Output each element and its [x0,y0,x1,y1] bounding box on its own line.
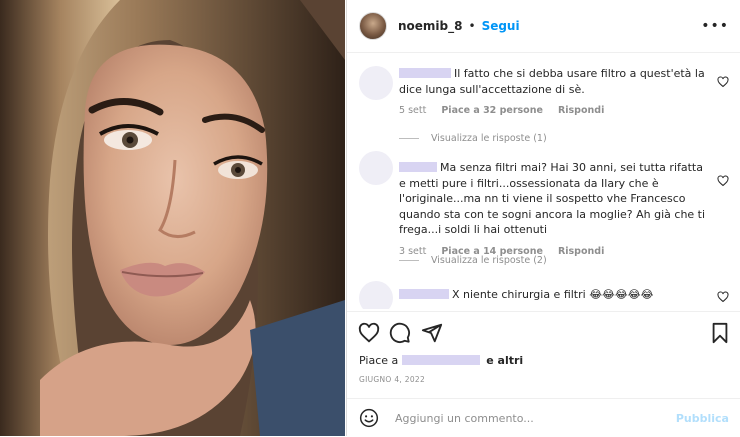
post-actions-bar [347,311,740,352]
view-replies-link[interactable]: Visualizza le risposte (1) [399,133,547,144]
view-replies-label[interactable]: Visualizza le risposte (2) [431,255,547,266]
post-date[interactable]: GIUGNO 4, 2022 [359,375,425,384]
comment-text: Ma senza filtri mai? Hai 30 anni, sei tu… [399,161,706,236]
bookmark-icon[interactable] [709,322,731,344]
share-icon[interactable] [421,322,443,344]
comment-body: Il fatto che si debba usare filtro a que… [399,66,709,119]
comment-text: X niente chirurgia e filtri 😂😂😂😂😂 [452,288,654,301]
comment-body: Ma senza filtri mai? Hai 30 anni, sei tu… [399,160,709,259]
likes-prefix: Piace a [359,354,399,367]
comment-icon[interactable] [389,322,411,344]
add-comment-bar: Pubblica [347,398,740,437]
comment-heart-icon[interactable] [717,76,729,88]
likes-suffix[interactable]: e altri [486,354,523,367]
comment-meta: 5 sett Piace a 32 persone Rispondi [399,103,709,119]
comment-heart-icon[interactable] [717,175,729,187]
post-photo [0,0,345,436]
publish-button[interactable]: Pubblica [676,412,729,425]
follow-button[interactable]: Segui [482,19,520,33]
comment-time[interactable]: 5 sett [399,105,426,116]
reply-button[interactable]: Rispondi [558,246,604,257]
separator: • [468,19,476,33]
avatar[interactable] [359,12,387,40]
redacted-username [399,289,449,299]
view-replies-link[interactable]: Visualizza le risposte (2) [399,255,547,266]
comment-avatar[interactable] [359,281,393,309]
heart-icon[interactable] [358,322,380,344]
comment-avatar[interactable] [359,66,393,100]
post-header: noemib_8 • Segui ••• [347,0,740,53]
redacted-username [401,355,480,365]
username[interactable]: noemib_8 [398,19,462,33]
comment-body: X niente chirurgia e filtri 😂😂😂😂😂 [399,287,709,303]
likes-summary: Piace a e altri [359,354,523,367]
replies-line [399,260,419,261]
redacted-username [399,162,437,172]
post-side-panel: noemib_8 • Segui ••• Il fatto che si deb… [346,0,740,436]
redacted-username [399,68,451,78]
emoji-icon[interactable] [359,408,379,428]
comments-list[interactable]: Il fatto che si debba usare filtro a que… [347,53,740,309]
comment-heart-icon[interactable] [717,291,729,303]
view-replies-label[interactable]: Visualizza le risposte (1) [431,133,547,144]
more-options-icon[interactable]: ••• [701,18,729,34]
comment-input[interactable] [393,410,667,426]
portrait-image [0,0,345,436]
comment-likes[interactable]: Piace a 32 persone [441,105,543,116]
replies-line [399,138,419,139]
comment-avatar[interactable] [359,151,393,185]
reply-button[interactable]: Rispondi [558,105,604,116]
